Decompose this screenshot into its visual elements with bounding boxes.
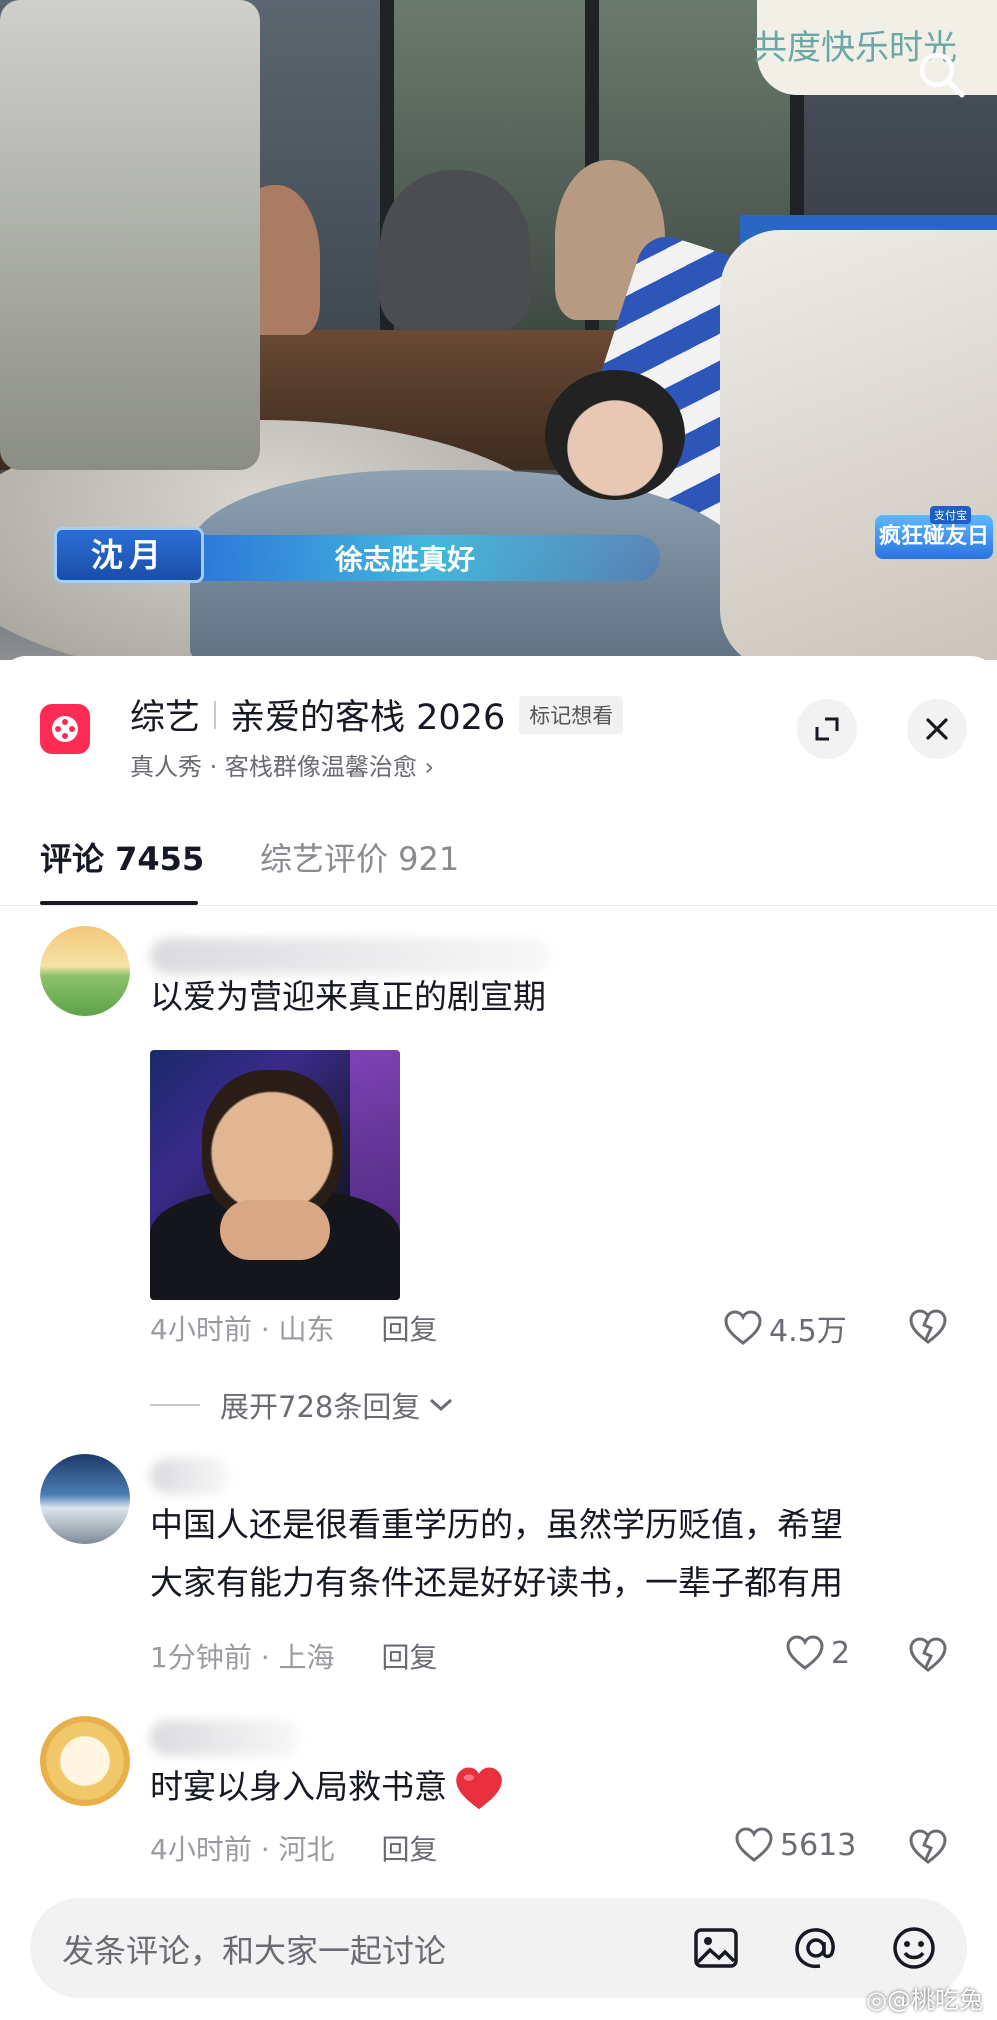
tab-bar: 评论 7455 综艺评价 921 xyxy=(0,806,997,906)
comment-text-body: 时宴以身入局救书意 xyxy=(150,1767,447,1806)
username-blurred[interactable] xyxy=(150,1720,300,1756)
mention-icon[interactable] xyxy=(790,1922,842,1974)
heart-icon xyxy=(735,1827,773,1862)
comment-input-bar[interactable]: 发条评论，和大家一起讨论 xyxy=(30,1898,967,1998)
avatar[interactable] xyxy=(40,926,130,1016)
watermark: ◎@桃吃兔 xyxy=(866,1986,983,2014)
search-icon[interactable] xyxy=(915,48,969,102)
video-person xyxy=(380,170,530,330)
image-figure xyxy=(202,1070,342,1220)
show-header[interactable]: 综艺 亲爱的客栈 2026 标记想看 真人秀 · 客栈群像温馨治愈 › xyxy=(0,656,997,806)
video-person-standing xyxy=(0,0,260,470)
comment-location: 山东 xyxy=(278,1313,335,1346)
title-divider xyxy=(214,700,217,729)
broken-heart-icon[interactable] xyxy=(908,1636,948,1674)
video-sleeping-person xyxy=(545,370,685,500)
video-player[interactable]: 疯 碰 共度快乐时光 沈月 徐志胜真好 疯狂碰友日 支付宝 xyxy=(0,0,997,660)
heart-icon xyxy=(786,1635,824,1670)
sponsor-badge-sub: 支付宝 xyxy=(930,506,971,524)
show-title-row: 综艺 亲爱的客栈 2026 标记想看 xyxy=(130,689,624,740)
subtitle-text: 徐志胜真好 xyxy=(335,543,476,576)
reply-button[interactable]: 回复 xyxy=(381,1833,437,1866)
show-category: 综艺 xyxy=(130,698,201,738)
tab-comments[interactable]: 评论 7455 xyxy=(40,834,204,880)
active-tab-indicator xyxy=(40,901,198,905)
meta-separator: · xyxy=(260,1833,279,1866)
expand-button[interactable] xyxy=(797,699,857,759)
want-to-watch-button[interactable]: 标记想看 xyxy=(519,695,624,734)
emoji-icon[interactable] xyxy=(888,1922,940,1974)
like-button[interactable]: 5613 xyxy=(734,1826,856,1864)
video-pillow-white xyxy=(720,230,997,660)
like-count: 5613 xyxy=(780,1827,857,1863)
avatar[interactable] xyxy=(40,1454,130,1544)
comment-location: 河北 xyxy=(278,1833,335,1866)
expand-replies-label: 展开728条回复 xyxy=(220,1390,421,1424)
divider-dash xyxy=(150,1404,200,1406)
comment-time: 1分钟前 xyxy=(150,1641,252,1674)
like-button[interactable]: 4.5万 xyxy=(723,1306,847,1350)
comment-sheet: 综艺 亲爱的客栈 2026 标记想看 真人秀 · 客栈群像温馨治愈 › 评论 7… xyxy=(0,656,997,2020)
tab-reviews[interactable]: 综艺评价 921 xyxy=(260,834,459,880)
app-logo-icon xyxy=(40,704,90,754)
image-figure xyxy=(220,1200,330,1260)
comment-image[interactable] xyxy=(150,1050,400,1300)
avatar[interactable] xyxy=(40,1716,130,1806)
comment-input-placeholder[interactable]: 发条评论，和大家一起讨论 xyxy=(62,1926,446,1972)
show-title: 亲爱的客栈 2026 xyxy=(230,698,506,738)
comment-text: 时宴以身入局救书意 xyxy=(150,1758,950,1816)
like-count: 2 xyxy=(831,1635,851,1671)
like-count: 4.5万 xyxy=(769,1314,847,1349)
broken-heart-icon[interactable] xyxy=(908,1828,948,1866)
meta-separator: · xyxy=(260,1313,279,1346)
show-subtitle-link[interactable]: 真人秀 · 客栈群像温馨治愈 › xyxy=(130,747,434,782)
username-blurred[interactable] xyxy=(150,1458,230,1494)
close-icon xyxy=(926,718,948,740)
like-button[interactable]: 2 xyxy=(785,1634,850,1672)
heart-icon xyxy=(724,1310,762,1345)
image-icon[interactable] xyxy=(690,1922,742,1974)
broken-heart-icon[interactable] xyxy=(908,1308,948,1346)
comment-time: 4小时前 xyxy=(150,1313,252,1346)
red-heart-emoji-icon xyxy=(456,1767,502,1809)
comment-meta: 1分钟前 · 上海 回复 xyxy=(150,1636,437,1676)
comment-text: 以爱为营迎来真正的剧宣期 xyxy=(150,977,546,1016)
comment-text-line: 大家有能力有条件还是好好读书，一辈子都有用 xyxy=(150,1563,843,1602)
comment-text: 中国人还是很看重学历的，虽然学历贬值，希望 大家有能力有条件还是好好读书，一辈子… xyxy=(150,1496,950,1612)
close-button[interactable] xyxy=(907,699,967,759)
comment-meta: 4小时前 · 河北 回复 xyxy=(150,1828,437,1868)
expand-icon xyxy=(815,717,839,741)
comment-location: 上海 xyxy=(278,1641,335,1674)
speaker-name: 沈月 xyxy=(54,527,204,583)
expand-replies-button[interactable]: 展开728条回复 xyxy=(150,1384,456,1426)
comment-time: 4小时前 xyxy=(150,1833,252,1866)
meta-separator: · xyxy=(260,1641,279,1674)
reply-button[interactable]: 回复 xyxy=(381,1641,437,1674)
chevron-down-icon xyxy=(430,1398,453,1412)
reply-button[interactable]: 回复 xyxy=(381,1313,437,1346)
comment-meta: 4小时前 · 山东 回复 xyxy=(150,1308,437,1348)
comment-text-line: 中国人还是很看重学历的，虽然学历贬值，希望 xyxy=(150,1505,843,1544)
